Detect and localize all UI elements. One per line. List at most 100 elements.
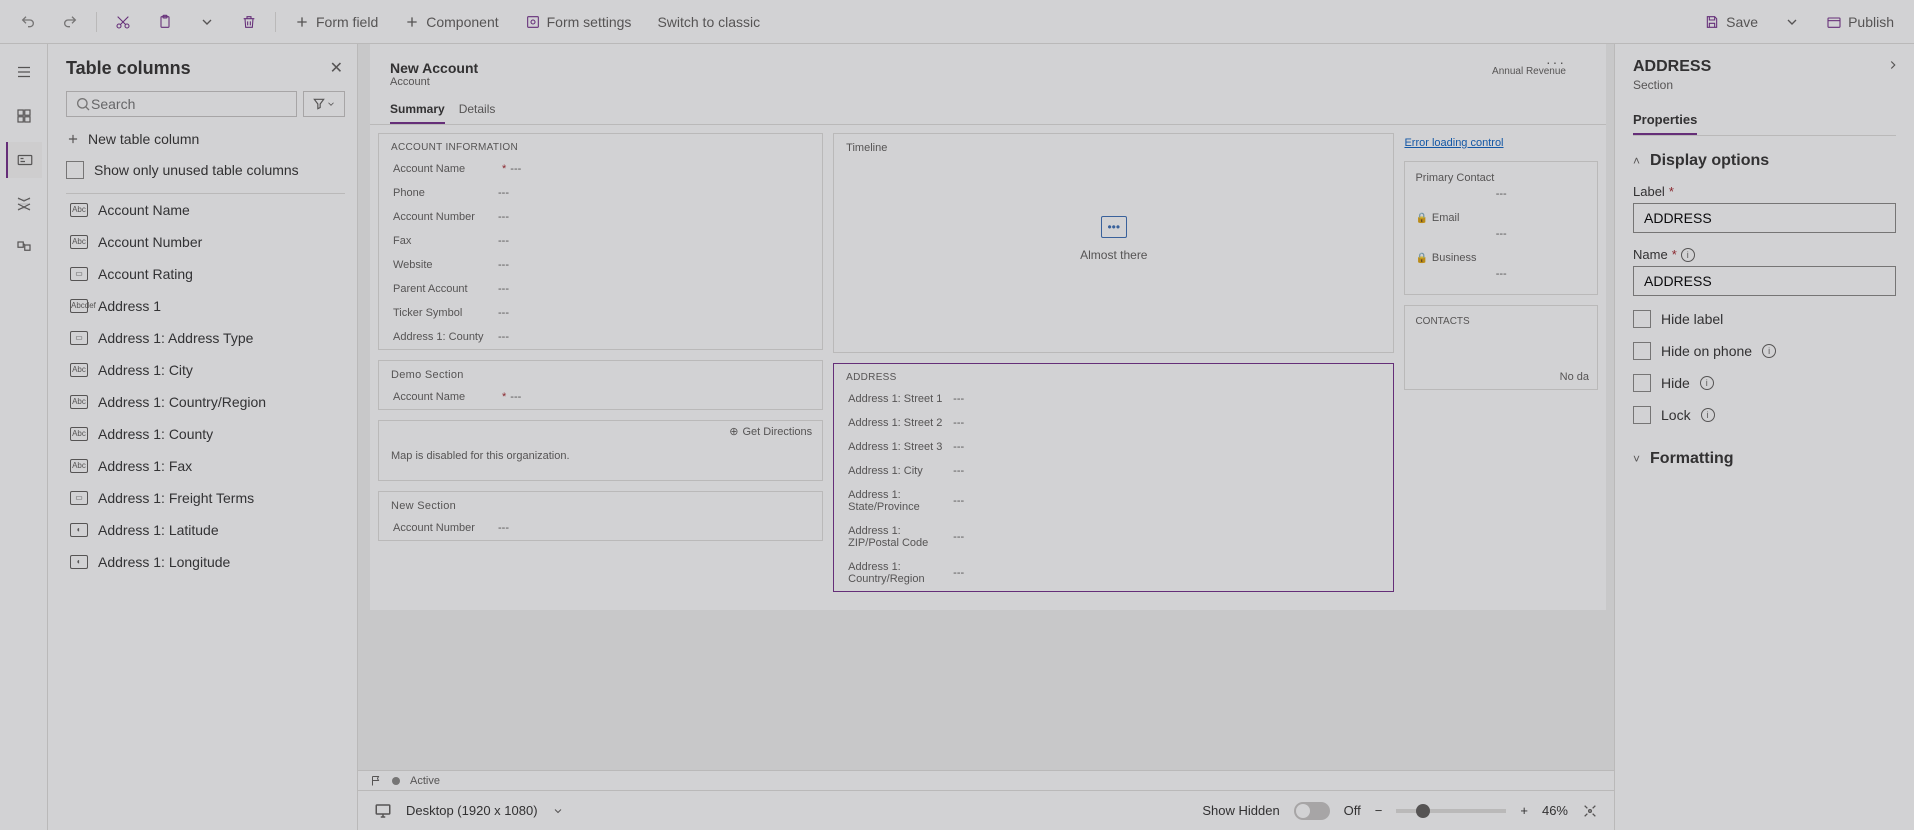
expand-panel-button[interactable] <box>1886 58 1900 75</box>
column-item[interactable]: AbcAccount Number <box>66 226 345 258</box>
column-item[interactable]: AbcAddress 1: Country/Region <box>66 386 345 418</box>
form-tab[interactable]: Details <box>459 102 496 124</box>
column-type-icon: ◐ <box>70 555 88 569</box>
publish-button[interactable]: Publish <box>1818 10 1902 34</box>
new-column-button[interactable]: New table column <box>66 131 345 147</box>
filter-button[interactable] <box>303 91 345 117</box>
viewport-label[interactable]: Desktop (1920 x 1080) <box>406 803 538 818</box>
form-field-row[interactable]: Address 1: Country/Region--- <box>834 555 1393 591</box>
info-icon[interactable]: i <box>1700 376 1714 390</box>
search-box[interactable] <box>66 91 297 117</box>
form-field-row[interactable]: Ticker Symbol--- <box>379 301 822 325</box>
section-map[interactable]: ⊕ Get Directions Map is disabled for thi… <box>378 420 823 481</box>
field-value: --- <box>510 391 521 403</box>
tree-rail-button[interactable] <box>6 186 42 222</box>
form-field-row[interactable]: Address 1: County--- <box>379 325 822 349</box>
column-item[interactable]: AbcAddress 1: City <box>66 354 345 386</box>
redo-button[interactable] <box>54 10 86 34</box>
section-new[interactable]: New Section Account Number--- <box>378 491 823 541</box>
column-item[interactable]: ▭Account Rating <box>66 258 345 290</box>
monitor-icon <box>374 802 392 820</box>
form-field-row[interactable]: Parent Account--- <box>379 277 822 301</box>
search-input[interactable] <box>91 96 288 112</box>
label-input[interactable] <box>1633 203 1896 233</box>
section-primary-contact[interactable]: Primary Contact --- 🔒Email --- 🔒Business… <box>1404 161 1598 295</box>
column-item[interactable]: ▭Address 1: Address Type <box>66 322 345 354</box>
section-account-info[interactable]: ACCOUNT INFORMATION Account Name*---Phon… <box>378 133 823 350</box>
column-item[interactable]: ▭Address 1: Freight Terms <box>66 482 345 514</box>
form-field-row[interactable]: Account Number--- <box>379 516 822 540</box>
switch-classic-button[interactable]: Switch to classic <box>649 10 768 34</box>
error-loading-control-link[interactable]: Error loading control <box>1404 133 1598 161</box>
section-contacts[interactable]: CONTACTS No da <box>1404 305 1598 390</box>
section-demo[interactable]: Demo Section Account Name*--- <box>378 360 823 410</box>
form-field-row[interactable]: Phone--- <box>379 181 822 205</box>
add-form-field-button[interactable]: Form field <box>286 10 386 34</box>
form-field-row[interactable]: Address 1: Street 1--- <box>834 387 1393 411</box>
close-panel-button[interactable]: ✕ <box>330 58 343 78</box>
section-timeline[interactable]: Timeline ••• Almost there <box>833 133 1394 353</box>
hide-check[interactable]: Hide i <box>1633 374 1896 392</box>
column-item[interactable]: ◐ Address 1: Longitude <box>66 546 345 578</box>
form-field-row[interactable]: Address 1: ZIP/Postal Code--- <box>834 519 1393 555</box>
form-field-row[interactable]: Account Name*--- <box>379 385 822 409</box>
column-list[interactable]: AbcAccount NameAbcAccount Number▭Account… <box>66 193 345 830</box>
column-item[interactable]: ◐Address 1: Latitude <box>66 514 345 546</box>
form-field-row[interactable]: Address 1: Street 2--- <box>834 411 1393 435</box>
checkbox[interactable] <box>1633 310 1651 328</box>
info-icon[interactable]: i <box>1681 248 1695 262</box>
form-settings-button[interactable]: Form settings <box>517 10 640 34</box>
checkbox[interactable] <box>1633 342 1651 360</box>
show-unused-row[interactable]: Show only unused table columns <box>66 161 345 179</box>
checkbox[interactable] <box>1633 406 1651 424</box>
form-field-row[interactable]: Website--- <box>379 253 822 277</box>
form-field-row[interactable]: Fax--- <box>379 229 822 253</box>
save-button[interactable]: Save <box>1696 10 1766 34</box>
form-canvas[interactable]: New Account Account ··· Annual Revenue S… <box>358 44 1614 770</box>
form-field-row[interactable]: Address 1: City--- <box>834 459 1393 483</box>
hide-phone-check[interactable]: Hide on phone i <box>1633 342 1896 360</box>
form-field-row[interactable]: Address 1: Street 3--- <box>834 435 1393 459</box>
form-libraries-rail-button[interactable] <box>6 230 42 266</box>
column-item[interactable]: AbcAddress 1: Fax <box>66 450 345 482</box>
column-item[interactable]: AbcAddress 1: County <box>66 418 345 450</box>
chevron-down-icon[interactable] <box>552 805 564 817</box>
form-field-row[interactable]: Address 1: State/Province--- <box>834 483 1393 519</box>
cut-button[interactable] <box>107 10 139 34</box>
get-directions-link[interactable]: ⊕ Get Directions <box>379 421 822 442</box>
column-item[interactable]: AbcAccount Name <box>66 194 345 226</box>
column-item[interactable]: AbcdefAddress 1 <box>66 290 345 322</box>
zoom-out-button[interactable]: − <box>1375 803 1383 818</box>
lock-check[interactable]: Lock i <box>1633 406 1896 424</box>
components-rail-button[interactable] <box>6 98 42 134</box>
section-title: ACCOUNT INFORMATION <box>379 134 822 157</box>
form-field-row[interactable]: Account Name*--- <box>379 157 822 181</box>
form-field-row[interactable]: Account Number--- <box>379 205 822 229</box>
hamburger-button[interactable] <box>6 54 42 90</box>
add-component-button[interactable]: Component <box>396 10 506 34</box>
delete-button[interactable] <box>233 10 265 34</box>
info-icon[interactable]: i <box>1701 408 1715 422</box>
field-value: --- <box>498 187 509 199</box>
zoom-slider[interactable] <box>1396 809 1506 813</box>
form-tab[interactable]: Summary <box>390 102 445 124</box>
name-input[interactable] <box>1633 266 1896 296</box>
group-display-options[interactable]: ˄ Display options <box>1633 152 1896 170</box>
show-unused-checkbox[interactable] <box>66 161 84 179</box>
save-chevron[interactable] <box>1776 10 1808 34</box>
paste-chevron[interactable] <box>191 10 223 34</box>
column-label: Address 1: Longitude <box>98 554 230 570</box>
group-formatting[interactable]: ˅ Formatting <box>1633 450 1896 468</box>
tab-properties[interactable]: Properties <box>1633 106 1697 135</box>
show-hidden-toggle[interactable] <box>1294 802 1330 820</box>
hide-label-check[interactable]: Hide label <box>1633 310 1896 328</box>
columns-rail-button[interactable] <box>6 142 42 178</box>
field-label: Account Number <box>393 211 498 223</box>
checkbox[interactable] <box>1633 374 1651 392</box>
fit-to-screen-icon[interactable] <box>1582 803 1598 819</box>
zoom-in-button[interactable]: + <box>1520 803 1528 818</box>
undo-button[interactable] <box>12 10 44 34</box>
info-icon[interactable]: i <box>1762 344 1776 358</box>
section-address[interactable]: ADDRESS Address 1: Street 1---Address 1:… <box>833 363 1394 592</box>
paste-button[interactable] <box>149 10 181 34</box>
